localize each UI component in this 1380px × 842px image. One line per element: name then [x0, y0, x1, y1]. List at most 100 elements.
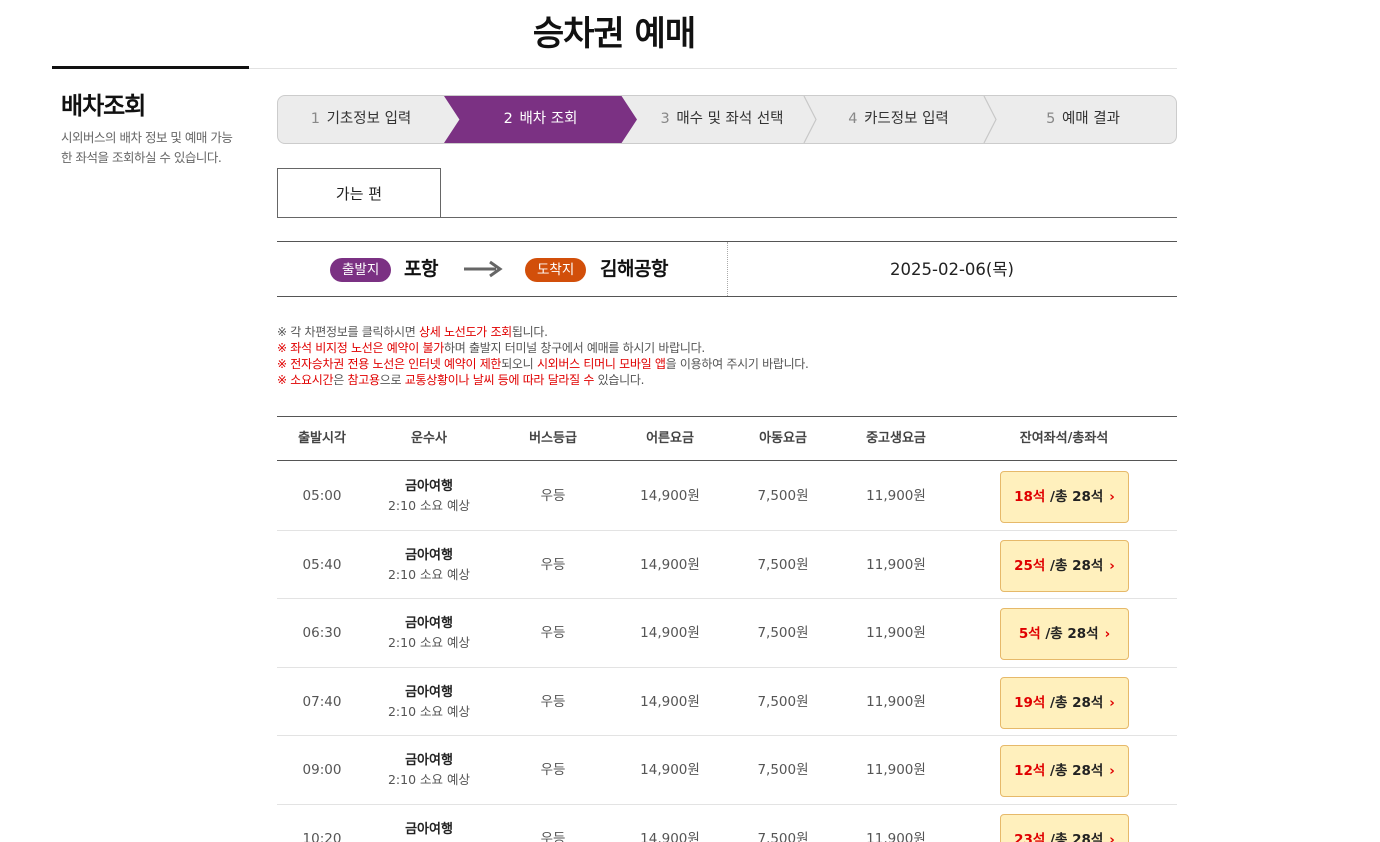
company-cell: 금아여행 2:10 소요 예상: [367, 821, 491, 842]
company-name: 금아여행: [405, 821, 453, 837]
tab-outbound[interactable]: 가는 편: [277, 168, 441, 218]
notice-line: ※ 전자승차권 전용 노선은 인터넷 예약이 제한되오니 시외버스 티머니 모바…: [277, 356, 809, 372]
departure-time: 09:00: [302, 762, 342, 778]
chevron-right-icon: ›: [1109, 557, 1115, 574]
total-seats: /총 28석: [1040, 626, 1099, 642]
notice-marker: ※: [277, 341, 291, 355]
child-fare: 7,500원: [757, 830, 809, 842]
notice-text: 되오니: [501, 357, 537, 371]
teen-fare: 11,900원: [866, 488, 926, 504]
company-name: 금아여행: [405, 547, 453, 563]
company-cell: 금아여행 2:10 소요 예상: [367, 752, 491, 790]
travel-duration: 2:10 소요 예상: [387, 566, 471, 582]
remaining-seats: 18석: [1014, 489, 1046, 505]
seat-select-button[interactable]: 12석 /총 28석 ›: [1000, 745, 1129, 797]
notice-line: ※ 소요시간은 참고용으로 교통상황이나 날씨 등에 따라 달라질 수 있습니다…: [277, 372, 809, 388]
title-divider: [248, 68, 1177, 69]
route-summary: 출발지 포항 도착지 김해공항 2025-02-06(목): [277, 241, 1177, 297]
sidebar-title: 배차조회: [61, 92, 146, 120]
notice-text: 있습니다.: [594, 373, 645, 387]
table-row[interactable]: 06:30 금아여행 2:10 소요 예상 우등 14,900원 7,500원 11,900…: [277, 599, 1177, 668]
seat-select-button[interactable]: 23석 /총 28석 ›: [1000, 813, 1129, 842]
departure-time: 06:30: [302, 625, 342, 641]
notice-text: 됩니다.: [511, 325, 548, 339]
notice-highlight: 참고용: [347, 373, 381, 387]
notice-highlight: 교통상황이나 날씨 등에 따라 달라질 수: [404, 373, 595, 387]
adult-fare: 14,900원: [640, 488, 700, 504]
seat-select-button[interactable]: 18석 /총 28석 ›: [1000, 471, 1129, 523]
travel-duration: 2:10 소요 예상: [387, 703, 471, 719]
total-seats: /총 28석: [1045, 694, 1104, 711]
table-row[interactable]: 05:40 금아여행 2:10 소요 예상 우등 14,900원 7,500원 11,900…: [277, 531, 1177, 599]
header-teen-fare: 중고생요금: [866, 431, 926, 446]
company-name: 금아여행: [405, 616, 453, 631]
notice-highlight: 전자승차권 전용 노선은 인터넷 예약이 제한: [290, 357, 502, 371]
notice-marker: ※: [277, 357, 291, 371]
company-cell: 금아여행 2:10 소요 예상: [367, 478, 491, 516]
step-bus-search: 2 배차 조회: [444, 96, 637, 143]
step-label: 카드정보 입력: [864, 111, 949, 127]
remaining-seats: 5석: [1018, 626, 1041, 642]
child-fare: 7,500원: [757, 625, 809, 641]
bus-grade: 우등: [540, 762, 566, 778]
step-label: 기초정보 입력: [326, 111, 412, 127]
departure-time: 07:40: [302, 693, 342, 710]
remaining-seats: 12석: [1014, 763, 1046, 779]
total-seats: /총 28석: [1045, 489, 1104, 505]
arrival-place: 김해공항: [600, 258, 668, 280]
total-seats: /총 28석: [1045, 831, 1104, 842]
seat-select-button[interactable]: 25석 /총 28석 ›: [1000, 539, 1129, 592]
notice-list: ※ 각 차편정보를 클릭하시면 상세 노선도가 조회됩니다. ※ 좌석 비지정 노…: [277, 324, 809, 388]
teen-fare: 11,900원: [866, 830, 926, 842]
header-departure-time: 출발시각: [298, 431, 346, 446]
step-label: 매수 및 좌석 선택: [676, 111, 784, 127]
notice-line: ※ 좌석 비지정 노선은 예약이 불가하며 출발지 터미널 창구에서 예매를 하…: [277, 340, 809, 356]
step-number: 3: [660, 111, 670, 127]
table-row[interactable]: 09:00 금아여행 2:10 소요 예상 우등 14,900원 7,500원 11,900…: [277, 736, 1177, 805]
schedule-table: 05:00 금아여행 2:10 소요 예상 우등 14,900원 7,500원 11,900…: [277, 462, 1177, 842]
progress-steps: 1 기초정보 입력 2 배차 조회 3 매수 및 좌석 선택 4 카드정보 입력…: [277, 95, 1177, 144]
table-row[interactable]: 05:00 금아여행 2:10 소요 예상 우등 14,900원 7,500원 11,900…: [277, 462, 1177, 531]
adult-fare: 14,900원: [640, 693, 700, 710]
step-number: 4: [848, 111, 858, 127]
adult-fare: 14,900원: [640, 556, 700, 573]
departure-badge: 출발지: [330, 258, 392, 282]
child-fare: 7,500원: [757, 693, 809, 710]
child-fare: 7,500원: [757, 488, 809, 504]
chevron-right-icon: ›: [1109, 489, 1115, 505]
notice-text: 으로: [379, 373, 405, 387]
total-seats: /총 28석: [1045, 557, 1104, 574]
table-header: 출발시각 운수사 버스등급 어른요금 아동요금 중고생요금 잔여좌석/총좌석: [277, 417, 1177, 461]
sidebar-accent-bar: [52, 66, 249, 69]
departure-time: 05:40: [302, 556, 342, 573]
travel-duration: 2:10 소요 예상: [367, 839, 491, 842]
header-adult-fare: 어른요금: [646, 431, 694, 446]
step-number: 1: [310, 111, 320, 127]
notice-highlight: 상세 노선도가 조회: [418, 325, 512, 339]
seat-select-button[interactable]: 19석 /총 28석 ›: [1000, 676, 1129, 729]
seat-select-button[interactable]: 5석 /총 28석 ›: [1000, 608, 1129, 660]
bus-grade: 우등: [540, 488, 566, 504]
table-row[interactable]: 07:40 금아여행 2:10 소요 예상 우등 14,900원 7,500원 11,900…: [277, 668, 1177, 736]
bus-grade: 우등: [540, 556, 566, 573]
departure-place: 포항: [404, 258, 438, 280]
company-cell: 금아여행 2:10 소요 예상: [367, 547, 491, 585]
teen-fare: 11,900원: [866, 556, 926, 573]
remaining-seats: 25석: [1014, 557, 1046, 574]
header-company: 운수사: [411, 431, 447, 446]
tab-divider: [277, 217, 1177, 218]
chevron-right-icon: ›: [1109, 694, 1115, 711]
notice-text: 을 이용하여 주시기 바랍니다.: [665, 357, 809, 371]
sidebar-description: 시외버스의 배차 정보 및 예매 가능한 좌석을 조회하실 수 있습니다.: [61, 130, 233, 165]
teen-fare: 11,900원: [866, 693, 926, 710]
total-seats: /총 28석: [1045, 763, 1104, 779]
table-row[interactable]: 10:20 금아여행 2:10 소요 예상 우등 14,900원 7,500원 11,900…: [277, 805, 1177, 842]
company-name: 금아여행: [405, 753, 453, 768]
step-label: 예매 결과: [1061, 111, 1120, 127]
header-seats: 잔여좌석/총좌석: [1019, 431, 1109, 446]
notice-highlight: 시외버스 티머니 모바일 앱: [536, 357, 666, 371]
remaining-seats: 19석: [1014, 694, 1046, 711]
notice-line: ※ 각 차편정보를 클릭하시면 상세 노선도가 조회됩니다.: [277, 324, 809, 340]
chevron-right-icon: ›: [1109, 763, 1115, 779]
step-card-info: 4 카드정보 입력: [807, 96, 990, 143]
